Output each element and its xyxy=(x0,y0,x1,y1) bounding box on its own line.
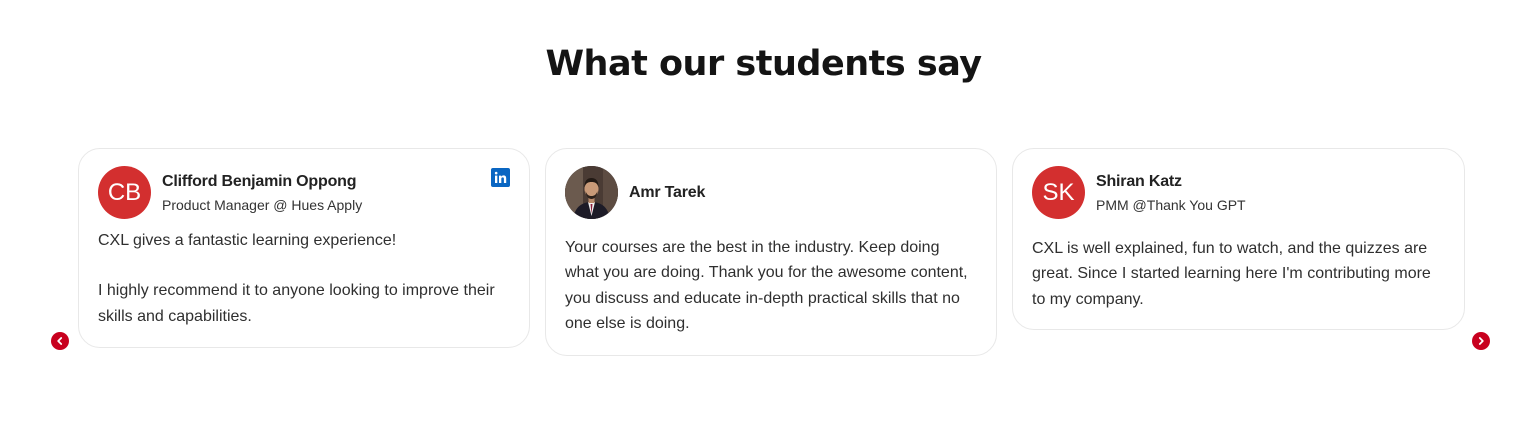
testimonial-text: CXL is well explained, fun to watch, and… xyxy=(1032,236,1445,312)
author-meta: Clifford Benjamin Oppong Product Manager… xyxy=(162,171,362,215)
author-name: Amr Tarek xyxy=(629,183,706,201)
testimonial-text: CXL gives a fantastic learning experienc… xyxy=(98,228,510,329)
person-photo-icon xyxy=(565,166,618,219)
testimonial-header: Amr Tarek xyxy=(565,166,977,219)
testimonial-card: SK Shiran Katz PMM @Thank You GPT CXL is… xyxy=(1012,148,1465,330)
avatar: CB xyxy=(98,166,151,219)
avatar xyxy=(565,166,618,219)
author-name: Shiran Katz xyxy=(1096,172,1182,190)
author-role: Product Manager @ Hues Apply xyxy=(162,196,363,213)
avatar: SK xyxy=(1032,166,1085,219)
testimonial-paragraph: I highly recommend it to anyone looking … xyxy=(98,282,495,325)
author-role: PMM @Thank You GPT xyxy=(1096,196,1246,213)
carousel-prev-button[interactable] xyxy=(51,332,69,350)
section-title: What our students say xyxy=(545,44,982,84)
testimonial-card: Amr Tarek Your courses are the best in t… xyxy=(545,148,997,356)
testimonial-header: SK Shiran Katz PMM @Thank You GPT xyxy=(1032,166,1445,219)
testimonial-card: CB Clifford Benjamin Oppong Product Mana… xyxy=(78,148,530,348)
author-name: Clifford Benjamin Oppong xyxy=(162,172,357,190)
linkedin-icon[interactable] xyxy=(491,168,510,187)
testimonial-paragraph: Your courses are the best in the industr… xyxy=(565,239,968,333)
testimonial-paragraph: CXL is well explained, fun to watch, and… xyxy=(1032,240,1431,308)
testimonial-header: CB Clifford Benjamin Oppong Product Mana… xyxy=(98,166,510,219)
author-meta: Amr Tarek xyxy=(629,182,705,204)
linkedin-glyph xyxy=(494,171,507,183)
carousel-next-button[interactable] xyxy=(1472,332,1490,350)
testimonial-text: Your courses are the best in the industr… xyxy=(565,235,977,337)
chevron-right-icon xyxy=(1478,337,1484,345)
testimonial-paragraph: CXL gives a fantastic learning experienc… xyxy=(98,232,397,249)
chevron-left-icon xyxy=(57,337,63,345)
author-meta: Shiran Katz PMM @Thank You GPT xyxy=(1096,171,1246,215)
